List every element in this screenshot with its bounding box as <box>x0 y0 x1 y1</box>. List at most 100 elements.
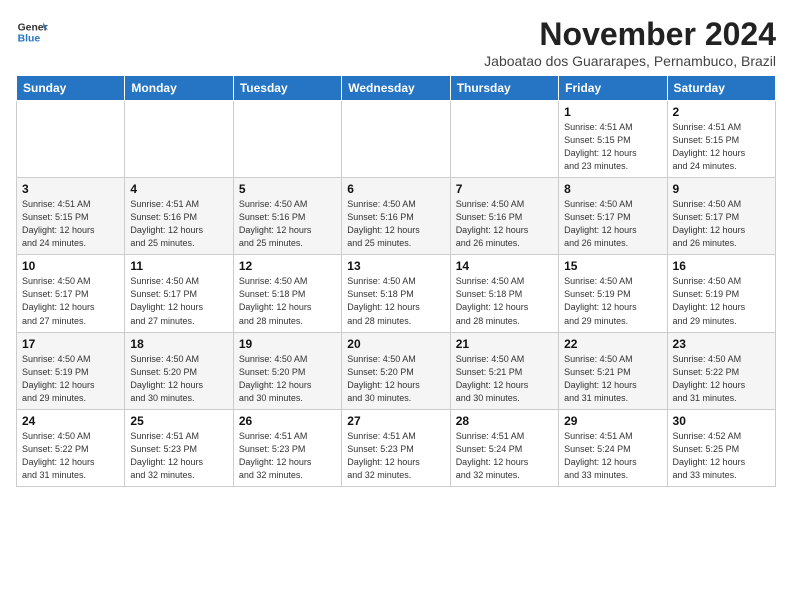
day-cell: 2 Sunrise: 4:51 AM Sunset: 5:15 PM Daylig… <box>667 101 775 178</box>
svg-text:Blue: Blue <box>18 34 41 45</box>
day-cell: 8 Sunrise: 4:50 AM Sunset: 5:17 PM Daylig… <box>559 178 667 255</box>
day-info: Sunrise: 4:51 AM Sunset: 5:15 PM Dayligh… <box>673 121 770 173</box>
day-cell <box>450 101 558 178</box>
week-row-4: 17 Sunrise: 4:50 AM Sunset: 5:19 PM Dayli… <box>17 332 776 409</box>
weekday-header-tuesday: Tuesday <box>233 76 341 101</box>
day-info: Sunrise: 4:50 AM Sunset: 5:20 PM Dayligh… <box>347 353 444 405</box>
day-cell: 18 Sunrise: 4:50 AM Sunset: 5:20 PM Dayli… <box>125 332 233 409</box>
title-block: November 2024 Jaboatao dos Guararapes, P… <box>484 16 776 69</box>
day-info: Sunrise: 4:50 AM Sunset: 5:16 PM Dayligh… <box>239 198 336 250</box>
day-number: 5 <box>239 182 336 196</box>
day-cell: 30 Sunrise: 4:52 AM Sunset: 5:25 PM Dayli… <box>667 409 775 486</box>
day-cell <box>125 101 233 178</box>
day-number: 3 <box>22 182 119 196</box>
day-info: Sunrise: 4:50 AM Sunset: 5:18 PM Dayligh… <box>239 275 336 327</box>
day-cell <box>342 101 450 178</box>
day-cell: 7 Sunrise: 4:50 AM Sunset: 5:16 PM Daylig… <box>450 178 558 255</box>
day-info: Sunrise: 4:50 AM Sunset: 5:21 PM Dayligh… <box>564 353 661 405</box>
day-cell: 24Sunrise: 4:50 AM Sunset: 5:22 PM Dayli… <box>17 409 125 486</box>
day-info: Sunrise: 4:50 AM Sunset: 5:16 PM Dayligh… <box>347 198 444 250</box>
weekday-header-thursday: Thursday <box>450 76 558 101</box>
week-row-5: 24Sunrise: 4:50 AM Sunset: 5:22 PM Dayli… <box>17 409 776 486</box>
weekday-header-wednesday: Wednesday <box>342 76 450 101</box>
day-info: Sunrise: 4:50 AM Sunset: 5:20 PM Dayligh… <box>130 353 227 405</box>
week-row-2: 3 Sunrise: 4:51 AM Sunset: 5:15 PM Daylig… <box>17 178 776 255</box>
day-info: Sunrise: 4:50 AM Sunset: 5:16 PM Dayligh… <box>456 198 553 250</box>
day-info: Sunrise: 4:50 AM Sunset: 5:18 PM Dayligh… <box>456 275 553 327</box>
day-info: Sunrise: 4:50 AM Sunset: 5:17 PM Dayligh… <box>564 198 661 250</box>
day-number: 25 <box>130 414 227 428</box>
day-cell <box>233 101 341 178</box>
weekday-header-monday: Monday <box>125 76 233 101</box>
day-cell: 14 Sunrise: 4:50 AM Sunset: 5:18 PM Dayli… <box>450 255 558 332</box>
day-number: 14 <box>456 259 553 273</box>
day-cell: 5 Sunrise: 4:50 AM Sunset: 5:16 PM Daylig… <box>233 178 341 255</box>
day-cell: 1Sunrise: 4:51 AM Sunset: 5:15 PM Daylig… <box>559 101 667 178</box>
day-number: 4 <box>130 182 227 196</box>
day-info: Sunrise: 4:50 AM Sunset: 5:21 PM Dayligh… <box>456 353 553 405</box>
day-number: 21 <box>456 337 553 351</box>
day-number: 2 <box>673 105 770 119</box>
calendar-table: SundayMondayTuesdayWednesdayThursdayFrid… <box>16 75 776 487</box>
day-info: Sunrise: 4:51 AM Sunset: 5:15 PM Dayligh… <box>564 121 661 173</box>
day-cell: 6 Sunrise: 4:50 AM Sunset: 5:16 PM Daylig… <box>342 178 450 255</box>
week-row-1: 1Sunrise: 4:51 AM Sunset: 5:15 PM Daylig… <box>17 101 776 178</box>
day-info: Sunrise: 4:50 AM Sunset: 5:17 PM Dayligh… <box>22 275 119 327</box>
day-cell: 28 Sunrise: 4:51 AM Sunset: 5:24 PM Dayli… <box>450 409 558 486</box>
day-info: Sunrise: 4:51 AM Sunset: 5:23 PM Dayligh… <box>239 430 336 482</box>
day-cell <box>17 101 125 178</box>
logo-icon: General Blue <box>16 16 48 48</box>
day-number: 6 <box>347 182 444 196</box>
weekday-header-saturday: Saturday <box>667 76 775 101</box>
day-cell: 17 Sunrise: 4:50 AM Sunset: 5:19 PM Dayli… <box>17 332 125 409</box>
day-info: Sunrise: 4:51 AM Sunset: 5:23 PM Dayligh… <box>347 430 444 482</box>
day-info: Sunrise: 4:52 AM Sunset: 5:25 PM Dayligh… <box>673 430 770 482</box>
day-number: 27 <box>347 414 444 428</box>
day-info: Sunrise: 4:51 AM Sunset: 5:23 PM Dayligh… <box>130 430 227 482</box>
day-number: 9 <box>673 182 770 196</box>
day-cell: 12 Sunrise: 4:50 AM Sunset: 5:18 PM Dayli… <box>233 255 341 332</box>
day-info: Sunrise: 4:51 AM Sunset: 5:24 PM Dayligh… <box>456 430 553 482</box>
page-header: General Blue November 2024 Jaboatao dos … <box>16 16 776 69</box>
day-number: 16 <box>673 259 770 273</box>
day-number: 12 <box>239 259 336 273</box>
day-cell: 21 Sunrise: 4:50 AM Sunset: 5:21 PM Dayli… <box>450 332 558 409</box>
day-info: Sunrise: 4:50 AM Sunset: 5:22 PM Dayligh… <box>673 353 770 405</box>
weekday-header-friday: Friday <box>559 76 667 101</box>
day-info: Sunrise: 4:50 AM Sunset: 5:17 PM Dayligh… <box>130 275 227 327</box>
day-number: 7 <box>456 182 553 196</box>
day-cell: 22Sunrise: 4:50 AM Sunset: 5:21 PM Dayli… <box>559 332 667 409</box>
day-number: 30 <box>673 414 770 428</box>
day-number: 10 <box>22 259 119 273</box>
day-info: Sunrise: 4:50 AM Sunset: 5:19 PM Dayligh… <box>564 275 661 327</box>
day-cell: 26Sunrise: 4:51 AM Sunset: 5:23 PM Dayli… <box>233 409 341 486</box>
day-number: 18 <box>130 337 227 351</box>
weekday-header-row: SundayMondayTuesdayWednesdayThursdayFrid… <box>17 76 776 101</box>
day-cell: 9 Sunrise: 4:50 AM Sunset: 5:17 PM Daylig… <box>667 178 775 255</box>
day-info: Sunrise: 4:51 AM Sunset: 5:15 PM Dayligh… <box>22 198 119 250</box>
month-title: November 2024 <box>484 16 776 53</box>
day-info: Sunrise: 4:50 AM Sunset: 5:19 PM Dayligh… <box>22 353 119 405</box>
day-info: Sunrise: 4:50 AM Sunset: 5:18 PM Dayligh… <box>347 275 444 327</box>
day-number: 8 <box>564 182 661 196</box>
day-cell: 29 Sunrise: 4:51 AM Sunset: 5:24 PM Dayli… <box>559 409 667 486</box>
day-info: Sunrise: 4:50 AM Sunset: 5:17 PM Dayligh… <box>673 198 770 250</box>
day-info: Sunrise: 4:50 AM Sunset: 5:22 PM Dayligh… <box>22 430 119 482</box>
day-cell: 27 Sunrise: 4:51 AM Sunset: 5:23 PM Dayli… <box>342 409 450 486</box>
day-info: Sunrise: 4:51 AM Sunset: 5:24 PM Dayligh… <box>564 430 661 482</box>
day-number: 28 <box>456 414 553 428</box>
day-number: 13 <box>347 259 444 273</box>
day-cell: 25 Sunrise: 4:51 AM Sunset: 5:23 PM Dayli… <box>125 409 233 486</box>
day-cell: 19Sunrise: 4:50 AM Sunset: 5:20 PM Dayli… <box>233 332 341 409</box>
day-cell: 15 Sunrise: 4:50 AM Sunset: 5:19 PM Dayli… <box>559 255 667 332</box>
day-number: 17 <box>22 337 119 351</box>
location: Jaboatao dos Guararapes, Pernambuco, Bra… <box>484 53 776 69</box>
day-info: Sunrise: 4:50 AM Sunset: 5:20 PM Dayligh… <box>239 353 336 405</box>
day-cell: 20Sunrise: 4:50 AM Sunset: 5:20 PM Dayli… <box>342 332 450 409</box>
day-number: 15 <box>564 259 661 273</box>
day-info: Sunrise: 4:50 AM Sunset: 5:19 PM Dayligh… <box>673 275 770 327</box>
day-number: 29 <box>564 414 661 428</box>
day-info: Sunrise: 4:51 AM Sunset: 5:16 PM Dayligh… <box>130 198 227 250</box>
day-number: 11 <box>130 259 227 273</box>
weekday-header-sunday: Sunday <box>17 76 125 101</box>
